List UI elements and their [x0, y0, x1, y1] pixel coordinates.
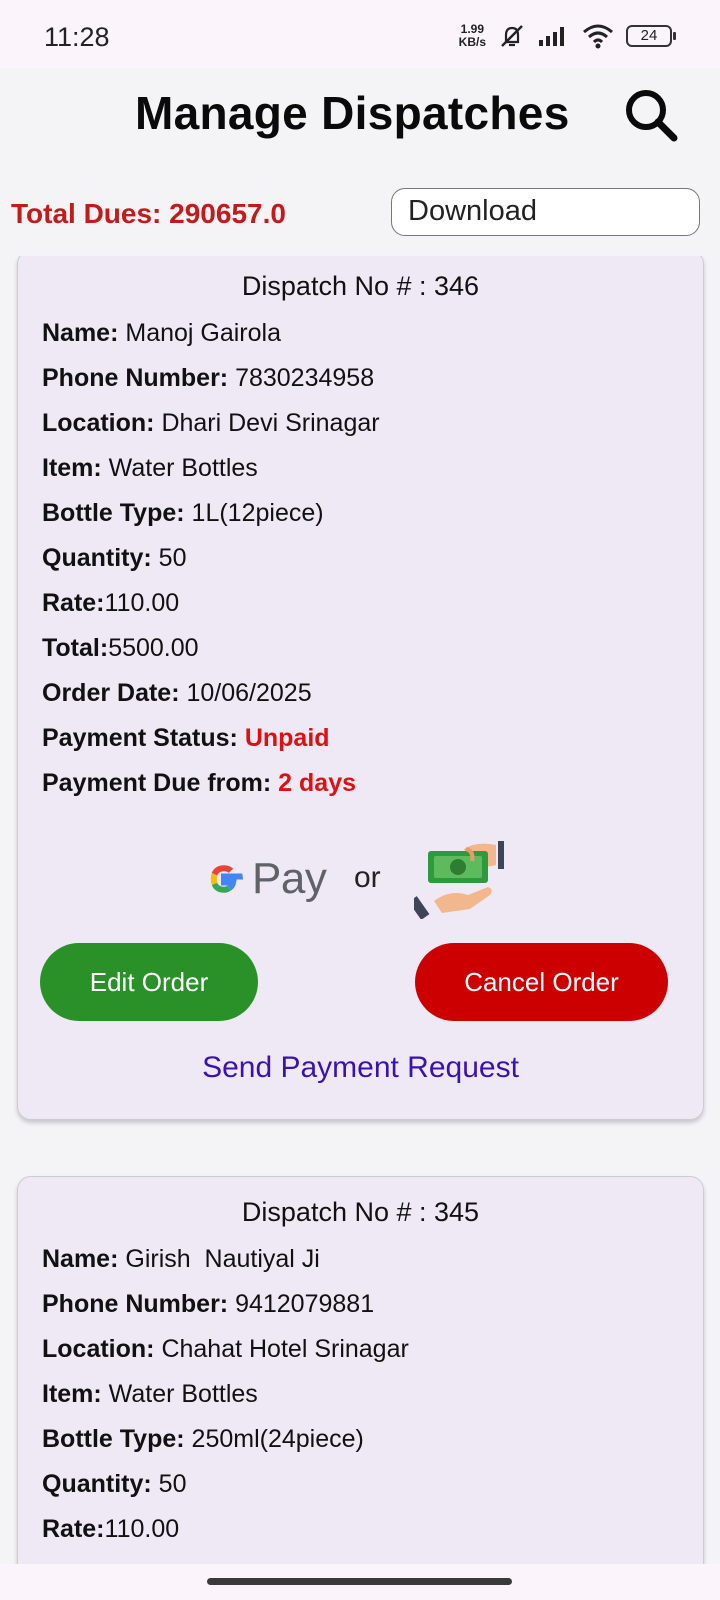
payment-status-field: Payment Status: Unpaid [42, 724, 330, 753]
or-label: or [354, 861, 381, 894]
field-value: 110.00 [104, 589, 180, 617]
cancel-order-button[interactable]: Cancel Order [415, 943, 668, 1021]
payment-options: Pay or [18, 839, 703, 929]
dispatch-number: Dispatch No # : 345 [241, 1197, 480, 1227]
field-value: 50 [151, 1470, 187, 1498]
payment-due-value: 2 days [271, 769, 356, 797]
field-value: 250ml(24piece) [184, 1425, 364, 1453]
send-payment-request-link[interactable]: Send Payment Request [18, 1051, 703, 1085]
rate-field: Rate:110.00 [42, 1515, 179, 1544]
payment-status-value: Unpaid [237, 724, 330, 752]
field-value: 9412079881 [228, 1290, 375, 1318]
customer-name-field: Name: Girish Nautiyal Ji [42, 1245, 320, 1274]
field-label: Order Date: [42, 679, 180, 707]
network-speed-unit: KB/s [458, 35, 486, 49]
search-button[interactable] [622, 86, 682, 146]
dispatch-card: Dispatch No # : 346 Name: Manoj Gairola … [17, 256, 704, 1120]
status-icons: 1.99 KB/s 24 [459, 22, 676, 50]
total-field: Total:5500.00 [42, 634, 199, 663]
field-label: Rate: [42, 589, 105, 617]
field-label: Quantity: [42, 544, 152, 572]
order-date-field: Order Date: 10/06/2025 [42, 679, 312, 708]
field-label: Rate: [42, 1515, 105, 1543]
mute-bell-icon [501, 25, 523, 47]
field-label: Payment Due from: [42, 769, 272, 797]
page-title: Manage Dispatches [135, 87, 570, 139]
wifi-icon [583, 24, 613, 49]
field-value: 5500.00 [108, 634, 199, 662]
quantity-field: Quantity: 50 [42, 1470, 186, 1499]
google-g-icon [210, 865, 243, 893]
status-time: 11:28 [44, 22, 110, 52]
field-value: 110.00 [104, 1515, 180, 1543]
item-field: Item: Water Bottles [42, 1380, 258, 1409]
total-dues: Total Dues: 290657.0 [11, 198, 286, 229]
location-field: Location: Dhari Devi Srinagar [42, 409, 380, 438]
field-label: Item: [42, 1380, 102, 1408]
dispatch-list[interactable]: Dispatch No # : 346 Name: Manoj Gairola … [0, 256, 720, 1564]
field-value: Girish Nautiyal Ji [118, 1245, 320, 1273]
dispatch-number: Dispatch No # : 346 [241, 271, 480, 301]
field-value: 7830234958 [228, 364, 375, 392]
app-header: Manage Dispatches [0, 68, 720, 166]
location-field: Location: Chahat Hotel Srinagar [42, 1335, 409, 1364]
quantity-field: Quantity: 50 [42, 544, 186, 573]
payment-due-field: Payment Due from: 2 days [42, 769, 356, 798]
field-label: Quantity: [42, 1470, 152, 1498]
search-icon [626, 90, 678, 142]
customer-name-field: Name: Manoj Gairola [42, 319, 281, 348]
gpay-label: Pay [252, 854, 327, 903]
field-label: Name: [42, 319, 119, 347]
item-field: Item: Water Bottles [42, 454, 258, 483]
phone-field: Phone Number: 7830234958 [42, 364, 374, 393]
bottle-type-field: Bottle Type: 1L(12piece) [42, 499, 324, 528]
field-value: Water Bottles [101, 1380, 258, 1408]
field-label: Total: [42, 634, 109, 662]
phone-field: Phone Number: 9412079881 [42, 1290, 374, 1319]
gesture-nav-bar [0, 1564, 720, 1600]
home-gesture-handle[interactable] [207, 1578, 512, 1585]
field-label: Bottle Type: [42, 499, 185, 527]
cash-hand-icon [408, 841, 504, 920]
status-bar: 11:28 1.99 KB/s 24 [0, 0, 720, 68]
cash-payment-button[interactable] [408, 839, 506, 920]
rate-field: Rate:110.00 [42, 589, 179, 618]
field-value: Chahat Hotel Srinagar [154, 1335, 409, 1363]
dispatch-card: Dispatch No # : 345 Name: Girish Nautiya… [17, 1176, 704, 1564]
field-value: 1L(12piece) [184, 499, 324, 527]
field-label: Payment Status: [42, 724, 238, 752]
field-label: Phone Number: [42, 1290, 229, 1318]
summary-row: Total Dues: 290657.0 Download [0, 180, 720, 240]
cell-signal-icon [539, 27, 564, 46]
network-speed: 1.99 KB/s [459, 23, 486, 49]
edit-order-button[interactable]: Edit Order [40, 943, 258, 1021]
field-value: Water Bottles [101, 454, 258, 482]
field-label: Phone Number: [42, 364, 229, 392]
gpay-button[interactable]: Pay [204, 849, 327, 909]
download-button[interactable]: Download [391, 188, 700, 236]
field-label: Location: [42, 1335, 155, 1363]
field-value: Dhari Devi Srinagar [154, 409, 380, 437]
field-label: Location: [42, 409, 155, 437]
battery-indicator: 24 [626, 25, 676, 47]
field-label: Bottle Type: [42, 1425, 185, 1453]
field-value: 50 [151, 544, 187, 572]
bottle-type-field: Bottle Type: 250ml(24piece) [42, 1425, 364, 1454]
field-value: Manoj Gairola [118, 319, 281, 347]
field-label: Name: [42, 1245, 119, 1273]
field-value: 10/06/2025 [179, 679, 312, 707]
field-label: Item: [42, 454, 102, 482]
